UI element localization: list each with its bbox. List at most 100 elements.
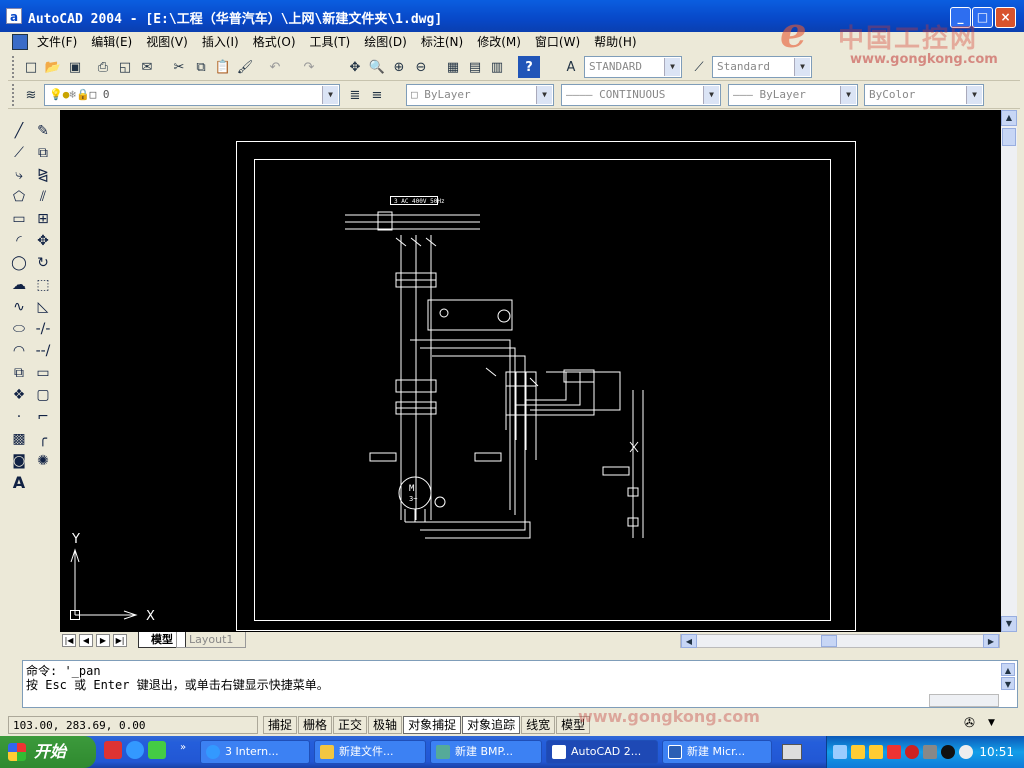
region-icon[interactable]: ◙ (8, 450, 30, 471)
plotstyle-select[interactable]: ByColor ▼ (864, 84, 984, 106)
communication-center-icon[interactable]: ✇ (964, 716, 982, 734)
chevron-down-icon[interactable]: ▼ (840, 86, 856, 104)
offset-icon[interactable]: ⫽ (32, 186, 54, 207)
last-tab-icon[interactable]: ▶| (113, 634, 127, 647)
taskbar-button-bmp[interactable]: 新建 BMP... (430, 740, 542, 764)
volume-icon[interactable] (959, 745, 973, 759)
menu-window[interactable]: 窗口(W) (528, 34, 587, 50)
open-file-icon[interactable]: 📂 (42, 56, 64, 78)
command-window[interactable]: 命令: '_pan 按 Esc 或 Enter 键退出，或单击右键显示快捷菜单。… (22, 660, 1018, 708)
menu-modify[interactable]: 修改(M) (470, 34, 528, 50)
layer-manager-icon[interactable]: ≋ (20, 84, 42, 106)
make-block-icon[interactable]: ❖ (8, 384, 30, 405)
hscroll-thumb[interactable] (821, 635, 837, 647)
cmd-scroll-down-icon[interactable]: ▼ (1001, 677, 1015, 690)
text-style-select[interactable]: STANDARD ▼ (584, 56, 682, 78)
menu-tools[interactable]: 工具(T) (303, 34, 358, 50)
linetype-select[interactable]: ———— CONTINUOUS ▼ (561, 84, 721, 106)
drawing-canvas[interactable]: 3 AC 400V 50Hz M 3~ Y X (60, 110, 1001, 632)
chevron-down-icon[interactable]: ▼ (322, 86, 338, 104)
redo-icon[interactable]: ↷ (298, 56, 320, 78)
print-icon[interactable]: ⎙ (92, 56, 114, 78)
menu-edit[interactable]: 编辑(E) (84, 34, 139, 50)
prev-tab-icon[interactable]: ◀ (79, 634, 93, 647)
print-preview-icon[interactable]: ◱ (114, 56, 136, 78)
toggle-ortho[interactable]: 正交 (333, 716, 368, 734)
dimension-style-select[interactable]: Standard ▼ (712, 56, 812, 78)
quicklaunch-app-icon[interactable] (148, 741, 166, 759)
join-icon[interactable]: ▢ (32, 384, 54, 405)
autocad-app-icon[interactable]: a (6, 8, 22, 24)
qq-icon[interactable] (869, 745, 883, 759)
quicklaunch-app-icon[interactable] (104, 741, 122, 759)
cut-icon[interactable]: ✂ (168, 56, 190, 78)
line-icon[interactable]: ╱ (8, 120, 30, 141)
trim-icon[interactable]: -/- (32, 318, 54, 339)
toolbar-grip[interactable] (12, 84, 16, 106)
construction-line-icon[interactable]: ⟋ (8, 142, 30, 163)
pan-realtime-icon[interactable]: ✥ (344, 56, 366, 78)
network-icon[interactable] (833, 745, 847, 759)
dimension-style-icon[interactable]: ⟋ (688, 56, 710, 78)
toggle-osnap[interactable]: 对象捕捉 (403, 716, 462, 734)
chevron-down-icon[interactable]: ▼ (536, 86, 552, 104)
keyboard-icon[interactable] (782, 744, 802, 760)
stretch-icon[interactable]: ◺ (32, 296, 54, 317)
explode-icon[interactable]: ✺ (32, 450, 54, 471)
text-style-icon[interactable]: A (560, 56, 582, 78)
taskbar-button-word[interactable]: 新建 Micr... (662, 740, 772, 764)
maximize-button[interactable]: □ (972, 7, 993, 28)
extend-icon[interactable]: --/ (32, 340, 54, 361)
internet-explorer-icon[interactable] (126, 741, 144, 759)
minimize-button[interactable]: _ (950, 7, 971, 28)
help-icon[interactable]: ? (518, 56, 540, 78)
close-button[interactable]: × (995, 7, 1016, 28)
toggle-lineweight[interactable]: 线宽 (521, 716, 556, 734)
menu-file[interactable]: 文件(F) (30, 34, 84, 50)
scroll-down-icon[interactable]: ▼ (1001, 616, 1017, 632)
taskbar-button-ie[interactable]: 3 Intern... (200, 740, 310, 764)
arc-icon[interactable]: ◜ (8, 230, 30, 251)
toggle-polar[interactable]: 极轴 (368, 716, 403, 734)
scale-icon[interactable]: ⬚ (32, 274, 54, 295)
match-properties-icon[interactable]: 🖌 (234, 56, 256, 78)
layer-select[interactable]: 💡●❄🔒□ 0 ▼ (44, 84, 340, 106)
rectangle-icon[interactable]: ▭ (8, 208, 30, 229)
cmd-scroll-up-icon[interactable]: ▲ (1001, 663, 1015, 676)
rotate-icon[interactable]: ↻ (32, 252, 54, 273)
break-icon[interactable]: ▭ (32, 362, 54, 383)
color-select[interactable]: □ ByLayer ▼ (406, 84, 554, 106)
toggle-snap[interactable]: 捕捉 (263, 716, 298, 734)
polyline-icon[interactable]: ⤷ (8, 164, 30, 185)
move-icon[interactable]: ✥ (32, 230, 54, 251)
scroll-left-icon[interactable]: ◀ (681, 634, 697, 648)
copy-icon[interactable]: ⧉ (190, 56, 212, 78)
ellipse-icon[interactable]: ⬭ (8, 318, 30, 339)
vertical-scrollbar[interactable]: ▲ ▼ (1001, 110, 1017, 632)
taskbar-button-folder[interactable]: 新建文件... (314, 740, 426, 764)
clock[interactable]: 10:51 (979, 745, 1014, 759)
security-shield-icon[interactable] (905, 745, 919, 759)
toggle-grid[interactable]: 栅格 (298, 716, 333, 734)
insert-block-icon[interactable]: ⧉ (8, 362, 30, 383)
lineweight-select[interactable]: ——— ByLayer ▼ (728, 84, 858, 106)
menu-help[interactable]: 帮助(H) (587, 34, 643, 50)
chevron-down-icon[interactable]: ▼ (664, 58, 680, 76)
save-icon[interactable]: ▣ (64, 56, 86, 78)
chevron-down-icon[interactable]: ▼ (966, 86, 982, 104)
menu-format[interactable]: 格式(O) (246, 34, 303, 50)
qq-icon[interactable] (851, 745, 865, 759)
chevron-down-icon[interactable]: ▼ (703, 86, 719, 104)
undo-icon[interactable]: ↶ (264, 56, 286, 78)
coordinate-readout[interactable]: 103.00, 283.69, 0.00 (8, 716, 258, 734)
layer-previous-icon[interactable]: ≡ (366, 84, 388, 106)
paste-icon[interactable]: 📋 (212, 56, 234, 78)
start-button[interactable]: 开始 (0, 736, 96, 768)
circle-icon[interactable]: ◯ (8, 252, 30, 273)
design-center-icon[interactable]: ▤ (464, 56, 486, 78)
zoom-realtime-icon[interactable]: 🔍 (366, 56, 388, 78)
spline-icon[interactable]: ∿ (8, 296, 30, 317)
zoom-previous-icon[interactable]: ⊖ (410, 56, 432, 78)
menu-draw[interactable]: 绘图(D) (357, 34, 414, 50)
taskbar-button-autocad[interactable]: AutoCAD 2... (546, 740, 658, 764)
